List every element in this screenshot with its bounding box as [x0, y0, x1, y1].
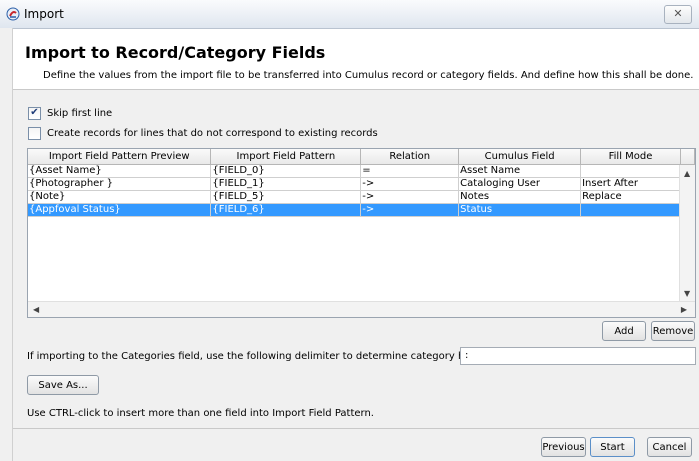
window-left-edge	[0, 28, 13, 461]
hint-text: Use CTRL-click to insert more than one f…	[27, 408, 374, 419]
column-header-cumulus-field[interactable]: Cumulus Field	[458, 149, 582, 165]
table-cell[interactable]: {FIELD_5}	[210, 190, 362, 204]
cancel-button[interactable]: Cancel	[647, 437, 692, 457]
skip-first-line-option[interactable]: ✔ Skip first line	[28, 107, 112, 120]
checkmark-icon: ✔	[30, 107, 39, 118]
table-cell[interactable]: {Photographer }	[28, 177, 212, 191]
table-cell[interactable]: Status	[458, 203, 582, 217]
skip-first-line-label: Skip first line	[47, 108, 113, 119]
create-records-label: Create records for lines that do not cor…	[47, 128, 378, 139]
table-cell[interactable]: ->	[360, 190, 460, 204]
horizontal-scrollbar[interactable]: ◀ ▶	[28, 301, 695, 317]
table-row[interactable]: {Note} {FIELD_5} -> Notes Replace	[28, 190, 695, 204]
column-header-preview[interactable]: Import Field Pattern Preview	[28, 149, 212, 165]
table-cell[interactable]: {FIELD_0}	[210, 164, 362, 178]
table-cell[interactable]: {Note}	[28, 190, 212, 204]
table-cell[interactable]: {FIELD_6}	[210, 203, 362, 217]
page-title: Import to Record/Category Fields	[25, 43, 326, 62]
table-cell[interactable]	[580, 164, 681, 178]
page-description: Define the values from the import file t…	[43, 70, 694, 81]
create-records-option[interactable]: Create records for lines that do not cor…	[28, 127, 378, 140]
table-cell[interactable]: {Appfoval Status}	[28, 203, 212, 217]
table-cell[interactable]: ->	[360, 177, 460, 191]
window-title: Import	[24, 7, 64, 21]
column-header-pattern[interactable]: Import Field Pattern	[210, 149, 362, 165]
table-cell[interactable]: {Asset Name}	[28, 164, 212, 178]
scroll-down-icon[interactable]: ▼	[684, 289, 690, 298]
table-row[interactable]: {Photographer } {FIELD_1} -> Cataloging …	[28, 177, 695, 191]
vertical-scrollbar[interactable]: ▲ ▼	[679, 165, 695, 302]
delimiter-input[interactable]: :	[460, 347, 696, 365]
table-cell[interactable]: {FIELD_1}	[210, 177, 362, 191]
table-row-selected[interactable]: {Appfoval Status} {FIELD_6} -> Status	[28, 203, 695, 217]
table-cell[interactable]: =	[360, 164, 460, 178]
create-records-checkbox[interactable]	[28, 127, 41, 140]
table-cell[interactable]: Cataloging User	[458, 177, 582, 191]
close-icon: ✕	[673, 7, 683, 20]
scroll-left-icon[interactable]: ◀	[33, 305, 39, 314]
scroll-up-icon[interactable]: ▲	[684, 169, 690, 178]
table-row[interactable]: {Asset Name} {FIELD_0} = Asset Name	[28, 164, 695, 178]
table-cell[interactable]: Insert After	[580, 177, 681, 191]
column-header-fill-mode[interactable]: Fill Mode	[580, 149, 681, 165]
previous-button[interactable]: Previous	[541, 437, 586, 457]
title-bar: Import ✕	[0, 0, 699, 29]
table-header-row: Import Field Pattern Preview Import Fiel…	[28, 149, 695, 165]
start-button[interactable]: Start	[590, 437, 635, 457]
header-panel: Import to Record/Category Fields Define …	[13, 29, 699, 90]
table-cell[interactable]: ->	[360, 203, 460, 217]
column-header-spacer	[680, 149, 695, 165]
skip-first-line-checkbox[interactable]: ✔	[28, 107, 41, 120]
table-cell[interactable]: Replace	[580, 190, 681, 204]
app-icon	[6, 7, 20, 21]
remove-button[interactable]: Remove	[651, 321, 695, 341]
column-header-relation[interactable]: Relation	[360, 149, 460, 165]
scroll-right-icon[interactable]: ▶	[681, 305, 687, 314]
close-button[interactable]: ✕	[664, 5, 692, 24]
table-cell[interactable]	[580, 203, 681, 217]
save-as-button[interactable]: Save As...	[27, 375, 99, 395]
field-mapping-table: Import Field Pattern Preview Import Fiel…	[27, 148, 696, 318]
add-button[interactable]: Add	[602, 321, 646, 341]
table-cell[interactable]: Notes	[458, 190, 582, 204]
table-cell[interactable]: Asset Name	[458, 164, 582, 178]
footer-divider	[13, 428, 699, 429]
